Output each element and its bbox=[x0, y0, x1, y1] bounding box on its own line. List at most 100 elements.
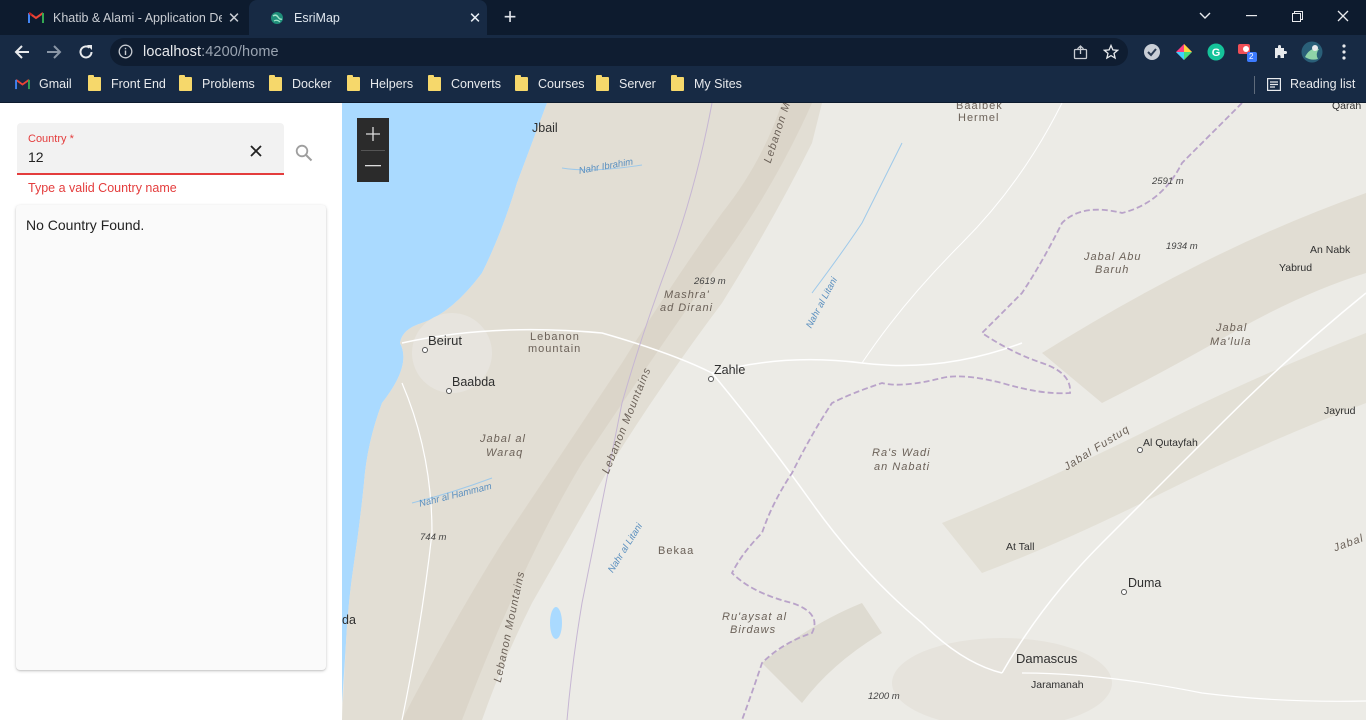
tab-close-icon[interactable]: ✕ bbox=[463, 9, 487, 27]
feature-label: Jabal al bbox=[480, 433, 526, 445]
extension-badge: 2 bbox=[1249, 52, 1254, 61]
place-label: Duma bbox=[1128, 576, 1162, 590]
folder-icon bbox=[347, 75, 360, 91]
restore-icon[interactable] bbox=[1274, 0, 1320, 32]
bookmark-label: Server bbox=[619, 77, 656, 91]
feature-label: mountain bbox=[528, 343, 582, 355]
place-label: An Nabk bbox=[1310, 244, 1351, 256]
bookmark-server[interactable]: Server bbox=[596, 68, 656, 100]
bookmark-label: Courses bbox=[538, 77, 585, 91]
place-label: Qarah bbox=[1332, 103, 1362, 112]
search-sidebar: Country * Type a valid Country name No C… bbox=[0, 103, 342, 720]
app-content: Country * Type a valid Country name No C… bbox=[0, 103, 1366, 720]
place-label: Hermel bbox=[958, 112, 1000, 124]
color-extension-icon[interactable] bbox=[1173, 41, 1195, 63]
bookmark-converts[interactable]: Converts bbox=[428, 68, 501, 100]
url-path: :4200/home bbox=[201, 44, 279, 60]
puzzle-badge-extension-icon[interactable]: 2 bbox=[1237, 41, 1259, 63]
site-info-icon[interactable] bbox=[118, 44, 133, 64]
folder-icon bbox=[515, 75, 528, 91]
gmail-icon bbox=[28, 10, 44, 26]
reading-list-button[interactable]: Reading list bbox=[1267, 68, 1355, 100]
search-icon bbox=[295, 144, 313, 162]
bookmark-star-icon[interactable] bbox=[1100, 41, 1122, 63]
search-button[interactable] bbox=[292, 141, 316, 165]
gmail-icon bbox=[15, 78, 30, 90]
close-window-icon[interactable] bbox=[1320, 0, 1366, 32]
zoom-in-button[interactable] bbox=[357, 118, 389, 150]
bookmark-label: Converts bbox=[451, 77, 502, 91]
bookmark-label: Problems bbox=[202, 77, 255, 91]
clear-icon[interactable] bbox=[246, 141, 266, 161]
bookmark-label: Front End bbox=[111, 77, 166, 91]
place-label: Al Qutayfah bbox=[1143, 437, 1198, 449]
minimize-icon[interactable] bbox=[1228, 0, 1274, 32]
map-view[interactable]: Jbail Baalbek Hermel Qarah Beirut Baabda… bbox=[342, 103, 1366, 720]
tab-close-icon[interactable]: ✕ bbox=[222, 9, 246, 27]
menu-kebab-icon[interactable] bbox=[1333, 41, 1355, 63]
globe-icon bbox=[269, 10, 285, 26]
elevation-label: 744 m bbox=[420, 532, 447, 543]
empty-results-text: No Country Found. bbox=[26, 217, 145, 233]
tab-gmail[interactable]: Khatib & Alami - Application Dev ✕ bbox=[8, 0, 246, 35]
place-label: Jayrud bbox=[1324, 405, 1356, 417]
bookmark-helpers[interactable]: Helpers bbox=[347, 68, 413, 100]
map-basemap bbox=[342, 103, 1366, 720]
folder-icon bbox=[671, 75, 684, 91]
bookmark-front-end[interactable]: Front End bbox=[88, 68, 166, 100]
place-label: At Tall bbox=[1006, 541, 1035, 553]
bookmark-courses[interactable]: Courses bbox=[515, 68, 585, 100]
city-marker bbox=[1121, 589, 1127, 595]
zoom-divider bbox=[361, 150, 385, 151]
elevation-label: 2619 m bbox=[694, 276, 726, 287]
bookmark-label: My Sites bbox=[694, 77, 742, 91]
feature-label: Ru'aysat al bbox=[722, 611, 788, 623]
url-text[interactable]: localhost:4200/home bbox=[143, 44, 279, 60]
folder-icon bbox=[428, 75, 441, 91]
feature-label: Ra's Wadi bbox=[872, 447, 931, 459]
place-label: Yabrud bbox=[1279, 262, 1313, 274]
elevation-label: 1934 m bbox=[1166, 241, 1198, 252]
bookmark-label: Gmail bbox=[39, 77, 72, 91]
bookmark-label: Docker bbox=[292, 77, 332, 91]
reload-icon[interactable] bbox=[73, 39, 99, 65]
place-label: Beirut bbox=[428, 333, 462, 348]
folder-icon bbox=[88, 75, 101, 91]
address-bar[interactable]: localhost:4200/home bbox=[110, 38, 1128, 66]
feature-label: Jabal Abu bbox=[1084, 251, 1142, 263]
place-label: Damascus bbox=[1016, 651, 1078, 666]
profile-avatar[interactable] bbox=[1301, 41, 1323, 63]
share-icon[interactable] bbox=[1069, 41, 1091, 63]
elevation-label: 1200 m bbox=[868, 691, 900, 702]
tab-title: EsriMap bbox=[294, 10, 340, 25]
url-host: localhost bbox=[143, 44, 202, 60]
bookmarks-bar: Gmail Front End Problems Docker Helpers … bbox=[0, 68, 1366, 103]
bookmarks-divider bbox=[1254, 76, 1255, 94]
tab-esrimap[interactable]: EsriMap ✕ bbox=[249, 0, 487, 35]
feature-label: Ma'lula bbox=[1210, 336, 1252, 348]
feature-label: Waraq bbox=[486, 447, 524, 459]
folder-icon bbox=[596, 75, 609, 91]
folder-icon bbox=[269, 75, 282, 91]
feature-label: Birdaws bbox=[730, 624, 777, 636]
forward-arrow-icon[interactable] bbox=[41, 39, 67, 65]
browser-toolbar: localhost:4200/home G 2 bbox=[0, 35, 1366, 68]
check-extension-icon[interactable] bbox=[1141, 41, 1163, 63]
place-label: Jaramanah bbox=[1031, 679, 1084, 691]
zoom-out-button[interactable] bbox=[357, 150, 389, 182]
bookmark-problems[interactable]: Problems bbox=[179, 68, 255, 100]
back-arrow-icon[interactable] bbox=[9, 39, 35, 65]
bookmark-my-sites[interactable]: My Sites bbox=[671, 68, 742, 100]
new-tab-button[interactable]: + bbox=[497, 5, 523, 31]
tab-title: Khatib & Alami - Application Dev bbox=[53, 10, 222, 25]
browser-tabstrip: Khatib & Alami - Application Dev ✕ EsriM… bbox=[0, 0, 1366, 35]
country-input[interactable] bbox=[28, 149, 228, 165]
extensions-puzzle-icon[interactable] bbox=[1269, 41, 1291, 63]
feature-label: ad Dirani bbox=[660, 302, 714, 314]
bookmark-gmail[interactable]: Gmail bbox=[15, 68, 72, 100]
grammarly-icon[interactable]: G bbox=[1205, 41, 1227, 63]
tab-search-chevron-icon[interactable] bbox=[1182, 0, 1228, 32]
country-field[interactable]: Country * bbox=[17, 123, 284, 175]
place-label: da bbox=[342, 613, 356, 627]
bookmark-docker[interactable]: Docker bbox=[269, 68, 332, 100]
